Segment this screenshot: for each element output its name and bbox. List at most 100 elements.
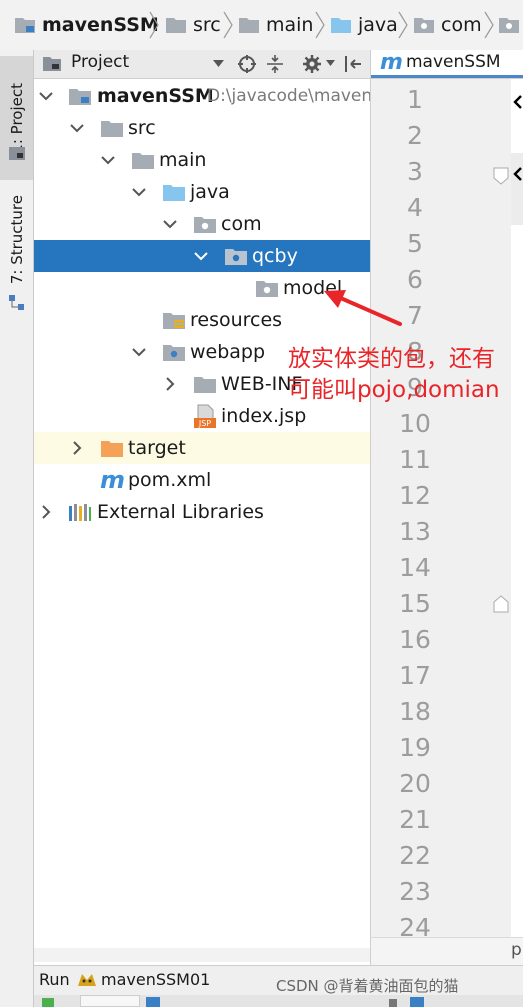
chevron-down-icon[interactable] <box>38 88 54 104</box>
folder-icon <box>194 377 216 393</box>
collapse-all-icon[interactable] <box>265 54 285 74</box>
dropdown-arrow-icon[interactable] <box>326 60 335 67</box>
line-number: 18 <box>399 697 431 726</box>
chevron-down-icon[interactable] <box>162 216 178 232</box>
run-play-icon[interactable] <box>42 998 54 1007</box>
tree-label: target <box>128 437 186 459</box>
tree-label: com <box>221 213 262 235</box>
tree-row-external-libraries[interactable]: External Libraries <box>34 496 370 528</box>
hide-panel-icon[interactable] <box>343 54 363 74</box>
annotation-arrow <box>324 290 402 326</box>
fold-marker-icon[interactable] <box>493 595 509 613</box>
tab-structure-label: 7: Structure <box>7 195 26 285</box>
package-icon <box>256 281 278 297</box>
tree-row-target[interactable]: target <box>34 432 370 464</box>
tree-row-qcby[interactable]: qcby <box>34 240 370 272</box>
project-panel-header: Project <box>34 50 370 79</box>
tree-row-java[interactable]: java <box>34 176 370 208</box>
crumb-com[interactable]: com <box>413 0 482 50</box>
line-number: 22 <box>399 841 431 870</box>
editor-crumb-fragment: p <box>511 940 522 960</box>
fold-marker-icon[interactable] <box>493 167 509 185</box>
crumb-label: mavenSSM <box>42 14 159 36</box>
svg-text:JSP: JSP <box>198 419 211 428</box>
chevron-down-icon[interactable] <box>193 248 209 264</box>
editor-tab-bar: m mavenSSM <box>370 50 523 79</box>
resources-folder-icon <box>163 313 185 329</box>
package-icon <box>499 18 519 33</box>
console-tab-icon[interactable] <box>146 997 160 1007</box>
view-selector-label[interactable]: Project <box>71 52 129 72</box>
crumb-mavenssm[interactable]: mavenSSM <box>14 0 159 50</box>
run-config-label[interactable]: mavenSSM01 <box>101 970 210 989</box>
crumb-label: java <box>358 14 398 36</box>
tree-label: qcby <box>252 245 298 267</box>
code-fragment-icon <box>513 95 522 109</box>
chevron-right-icon[interactable] <box>162 376 178 392</box>
run-label[interactable]: Run <box>39 970 70 989</box>
line-number: 14 <box>399 553 431 582</box>
crumb-src[interactable]: src <box>165 0 221 50</box>
gear-icon[interactable] <box>302 54 322 74</box>
horizontal-scrollbar[interactable] <box>34 948 370 962</box>
chevron-right-icon <box>149 11 159 39</box>
tree-label: java <box>190 181 230 203</box>
line-number: 17 <box>399 661 431 690</box>
package-icon <box>194 217 216 233</box>
run-tab[interactable] <box>80 995 140 1007</box>
project-tree: mavenSSM D:\javacode\maven src main java… <box>34 79 370 949</box>
tree-row-main[interactable]: main <box>34 144 370 176</box>
editor-text-area[interactable] <box>511 79 523 937</box>
chevron-down-icon[interactable] <box>100 152 116 168</box>
folder-icon <box>166 18 186 33</box>
line-number: 15 <box>399 589 431 618</box>
maven-file-icon: m <box>100 466 126 494</box>
chevron-right-icon[interactable] <box>69 440 85 456</box>
chevron-down-icon[interactable] <box>131 184 147 200</box>
crumb-label: com <box>441 14 482 36</box>
tree-label: src <box>128 117 156 139</box>
editor-gutter: 1 2 3 4 5 6 7 8 9 10 11 12 13 14 15 16 1… <box>370 79 512 937</box>
tree-label: main <box>159 149 207 171</box>
editor-tab[interactable]: m mavenSSM <box>371 50 523 78</box>
line-number: 21 <box>399 805 431 834</box>
console-tab-icon[interactable] <box>410 997 424 1007</box>
line-number: 3 <box>407 157 423 186</box>
editor-breadcrumb-strip: p <box>370 937 523 966</box>
source-folder-icon <box>163 185 185 201</box>
crumb-java[interactable]: java <box>330 0 398 50</box>
source-folder-icon <box>331 18 351 33</box>
line-number: 16 <box>399 625 431 654</box>
close-icon[interactable] <box>389 999 397 1007</box>
chevron-right-icon[interactable] <box>38 504 54 520</box>
structure-tool-icon <box>9 295 24 310</box>
module-folder-icon <box>15 18 35 33</box>
tree-row-mavenssm[interactable]: mavenSSM D:\javacode\maven <box>34 80 370 112</box>
tree-row-pom-xml[interactable]: m pom.xml <box>34 464 370 496</box>
module-folder-icon <box>69 89 91 105</box>
tree-row-src[interactable]: src <box>34 112 370 144</box>
crumb-main[interactable]: main <box>238 0 313 50</box>
folder-icon <box>101 121 123 137</box>
locate-target-icon[interactable] <box>237 54 257 74</box>
annotation-line-2: 可能叫pojo,domian <box>288 377 500 403</box>
project-tool-icon <box>9 147 25 160</box>
tab-project-label: 1: Project <box>7 82 26 154</box>
code-block <box>511 153 523 225</box>
tab-structure[interactable]: 7: Structure <box>0 190 33 290</box>
chevron-right-icon <box>398 11 408 39</box>
folder-icon <box>132 153 154 169</box>
chevron-down-icon[interactable] <box>131 344 147 360</box>
tree-row-com[interactable]: com <box>34 208 370 240</box>
jsp-file-icon: JSP <box>194 404 216 428</box>
line-number: 1 <box>407 85 423 114</box>
line-number: 11 <box>399 445 431 474</box>
package-icon <box>225 249 247 265</box>
line-number: 5 <box>407 229 423 258</box>
dropdown-arrow-icon[interactable] <box>213 60 224 68</box>
chevron-right-icon <box>484 11 494 39</box>
tool-window-strip: 1: Project 7: Structure <box>0 50 34 1007</box>
maven-file-icon: m <box>380 50 403 75</box>
tomcat-icon <box>78 974 96 986</box>
chevron-down-icon[interactable] <box>69 120 85 136</box>
